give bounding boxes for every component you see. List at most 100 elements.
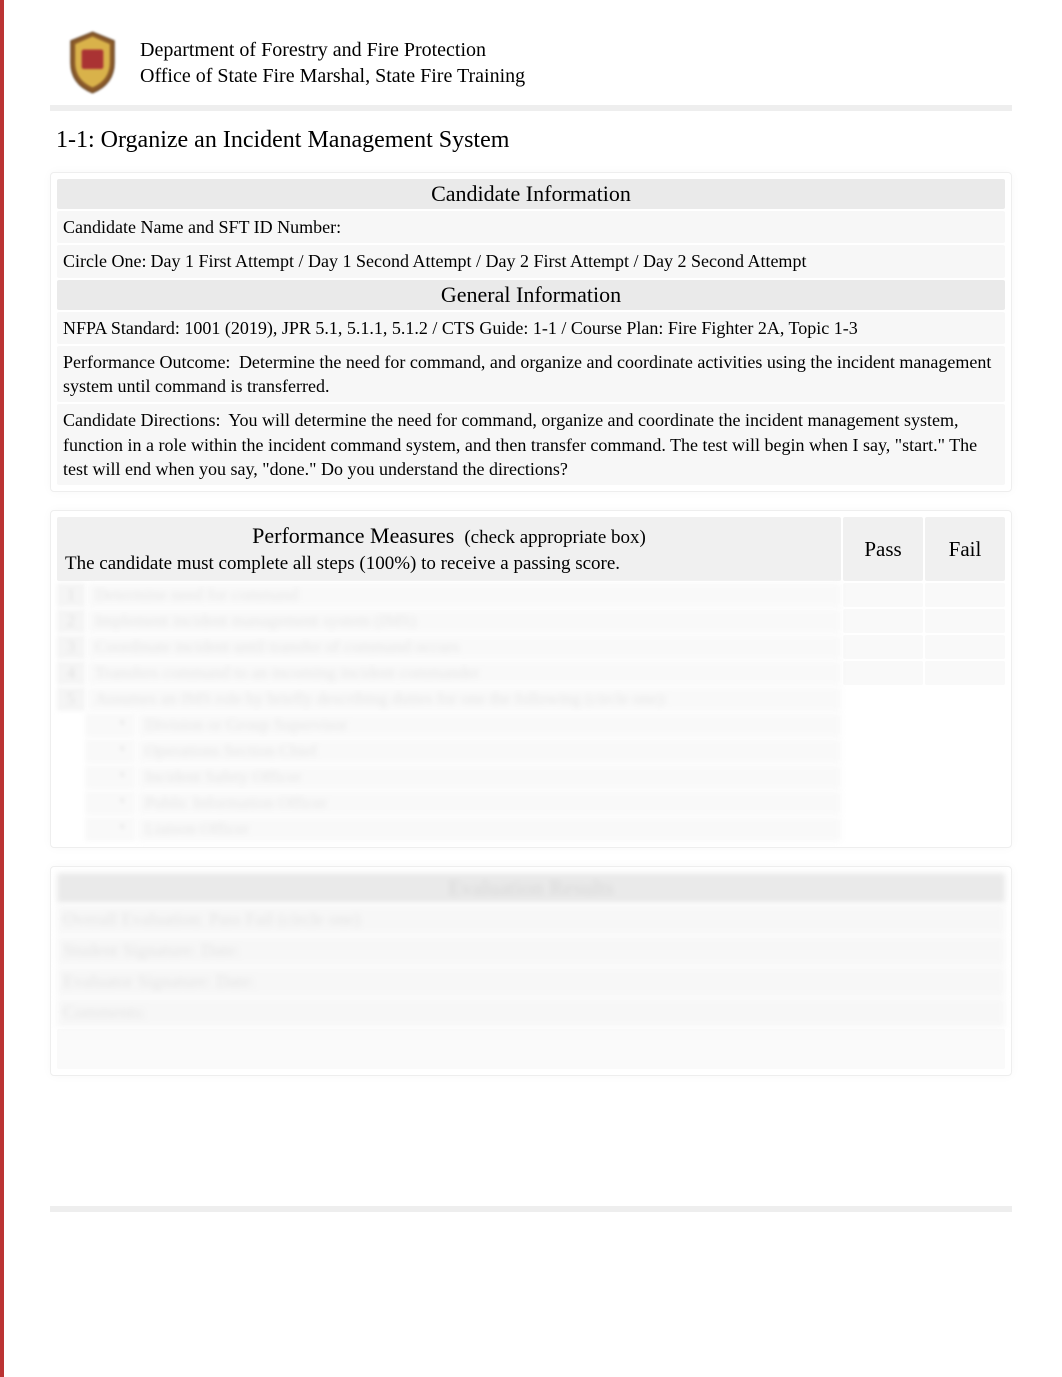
pm-sub-text: Public Information Officer [137, 791, 841, 815]
dept-line-1: Department of Forestry and Fire Protecti… [140, 37, 525, 63]
pm-subitem: •Public Information Officer [57, 791, 1005, 815]
pm-fail-cell-empty [925, 739, 1005, 763]
pm-header-left: Performance Measures (check appropriate … [57, 517, 841, 581]
pm-heading: Performance Measures [252, 523, 454, 549]
performance-outcome-row: Performance Outcome: Determine the need … [57, 346, 1005, 403]
pm-sub-text: Operations Section Chief [137, 739, 841, 763]
eval-comments-box [57, 1029, 1005, 1069]
circle-one-row: Circle One:Day 1 First Attempt / Day 1 S… [57, 245, 1005, 277]
pm-fail-cell[interactable] [925, 661, 1005, 685]
pm-row-number: 1 [57, 583, 85, 607]
pm-row: 2Implement incident management system (I… [57, 609, 1005, 633]
pm-pass-cell[interactable] [843, 583, 923, 607]
perf-outcome-label: Performance Outcome: [63, 352, 230, 372]
pm-subitems-container: •Division or Group Supervisor•Operations… [57, 713, 1005, 841]
left-red-margin [0, 0, 4, 1377]
eval-evaluator-row: Evaluator Signature: Date: [57, 967, 1005, 996]
cts-label: CTS Guide: [442, 318, 529, 338]
standards-row: NFPA Standard: 1001 (2019), JPR 5.1, 5.1… [57, 312, 1005, 344]
pm-row: 5Assumes an IMS role by briefly describi… [57, 687, 1005, 711]
pm-sub-spacer [57, 765, 85, 789]
performance-panel: Performance Measures (check appropriate … [50, 510, 1012, 848]
pm-pass-cell[interactable] [843, 687, 923, 711]
pm-pass-cell-empty [843, 765, 923, 789]
pm-pass-cell-empty [843, 739, 923, 763]
bullet-icon: • [85, 765, 135, 789]
evaluation-panel: Evaluation Results Overall Evaluation: P… [50, 866, 1012, 1076]
pm-sub-text: Division or Group Supervisor [137, 713, 841, 737]
pm-row-text: Transfers command to an incoming inciden… [87, 661, 841, 685]
footer-divider [50, 1206, 1012, 1212]
agency-badge-icon [65, 30, 120, 95]
bullet-icon: • [85, 713, 135, 737]
circle-one-options: Day 1 First Attempt / Day 1 Second Attem… [150, 251, 806, 271]
pm-row-text: Implement incident management system (IM… [87, 609, 841, 633]
pm-header-row: Performance Measures (check appropriate … [57, 517, 1005, 581]
pm-fail-cell-empty [925, 817, 1005, 841]
pm-pass-cell-empty [843, 817, 923, 841]
pm-col-pass: Pass [843, 517, 923, 581]
pm-row-number: 3 [57, 635, 85, 659]
course-label: Course Plan: [571, 318, 664, 338]
eval-comments-label: Comments: [57, 998, 1005, 1027]
cts-value: 1-1 / [533, 318, 567, 338]
pm-pass-cell-empty [843, 791, 923, 815]
pm-row-number: 5 [57, 687, 85, 711]
pm-subitem: •Incident Safety Officer [57, 765, 1005, 789]
general-info-heading: General Information [57, 280, 1005, 310]
pm-sub-spacer [57, 791, 85, 815]
pm-pass-cell[interactable] [843, 635, 923, 659]
directions-label: Candidate Directions: [63, 410, 220, 430]
pm-row: 4Transfers command to an incoming incide… [57, 661, 1005, 685]
pm-fail-cell-empty [925, 791, 1005, 815]
candidate-name-label: Candidate Name and SFT ID Number: [63, 217, 341, 237]
pm-row-text: Determine need for command [87, 583, 841, 607]
info-panel: Candidate Information Candidate Name and… [50, 172, 1012, 492]
bullet-icon: • [85, 739, 135, 763]
pm-sub: (check appropriate box) [464, 527, 645, 549]
pm-sub-text: Incident Safety Officer [137, 765, 841, 789]
candidate-info-heading: Candidate Information [57, 179, 1005, 209]
pm-row-number: 4 [57, 661, 85, 685]
page-title: 1-1: Organize an Incident Management Sys… [56, 127, 1012, 154]
pm-fail-cell[interactable] [925, 635, 1005, 659]
pm-sub-spacer [57, 817, 85, 841]
pm-row-number: 2 [57, 609, 85, 633]
candidate-name-row: Candidate Name and SFT ID Number: [57, 211, 1005, 243]
pm-subitem: •Division or Group Supervisor [57, 713, 1005, 737]
nfpa-value: 1001 (2019), JPR 5.1, 5.1.1, 5.1.2 / [184, 318, 437, 338]
dept-line-2: Office of State Fire Marshal, State Fire… [140, 63, 525, 89]
pm-note: The candidate must complete all steps (1… [65, 553, 833, 575]
directions-lead: You will [228, 410, 290, 430]
pm-fail-cell-empty [925, 765, 1005, 789]
pm-row-text: Coordinate incident until transfer of co… [87, 635, 841, 659]
bullet-icon: • [85, 791, 135, 815]
pm-fail-cell-empty [925, 713, 1005, 737]
pm-sub-spacer [57, 713, 85, 737]
pm-row: 3Coordinate incident until transfer of c… [57, 635, 1005, 659]
pm-fail-cell[interactable] [925, 609, 1005, 633]
pm-subitem: •Operations Section Chief [57, 739, 1005, 763]
pm-fail-cell[interactable] [925, 583, 1005, 607]
page-header: Department of Forestry and Fire Protecti… [50, 30, 1012, 111]
eval-student-row: Student Signature: Date: [57, 936, 1005, 965]
pm-pass-cell[interactable] [843, 609, 923, 633]
candidate-directions-row: Candidate Directions: You will determine… [57, 404, 1005, 485]
pm-rows-container: 1Determine need for command2Implement in… [57, 583, 1005, 711]
department-lines: Department of Forestry and Fire Protecti… [140, 37, 525, 89]
evaluation-heading: Evaluation Results [57, 873, 1005, 903]
pm-subitem: •Liaison Officer [57, 817, 1005, 841]
nfpa-label: NFPA Standard: [63, 318, 180, 338]
course-value: Fire Fighter 2A, Topic 1-3 [668, 318, 858, 338]
pm-pass-cell[interactable] [843, 661, 923, 685]
pm-sub-spacer [57, 739, 85, 763]
pm-col-fail: Fail [925, 517, 1005, 581]
pm-pass-cell-empty [843, 713, 923, 737]
pm-sub-text: Liaison Officer [137, 817, 841, 841]
pm-row-text: Assumes an IMS role by briefly describin… [87, 687, 841, 711]
eval-overall-row: Overall Evaluation: Pass Fail (circle on… [57, 905, 1005, 934]
bullet-icon: • [85, 817, 135, 841]
pm-fail-cell[interactable] [925, 687, 1005, 711]
circle-one-label: Circle One: [63, 251, 146, 271]
pm-row: 1Determine need for command [57, 583, 1005, 607]
